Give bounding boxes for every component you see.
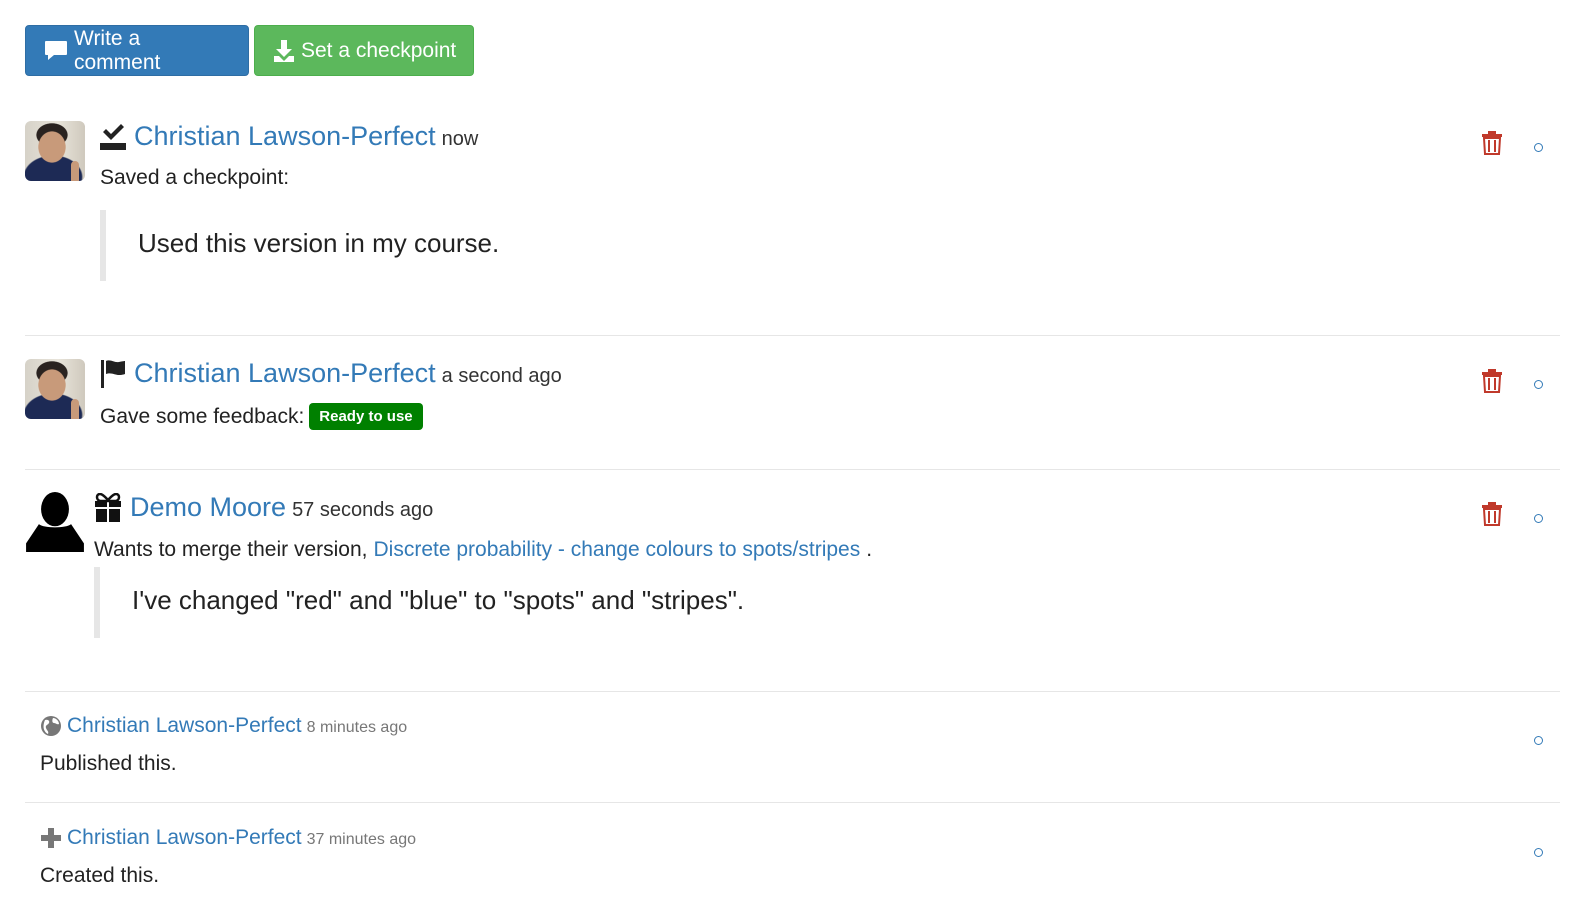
entry-text: Created this. (40, 864, 160, 887)
feedback-status-badge: Ready to use (309, 403, 423, 430)
download-icon (274, 39, 294, 62)
timestamp: 57 seconds ago (292, 499, 434, 521)
entry-text: Wants to merge their version, (94, 538, 368, 561)
timeline-entry-feedback: Christian Lawson-Perfect a second ago Ga… (25, 358, 1560, 438)
timestamp: now (441, 128, 479, 150)
entry-header: Christian Lawson-Perfect 8 minutes ago (40, 714, 407, 738)
author-link[interactable]: Christian Lawson-Perfect (134, 121, 436, 152)
entry-permalink-button[interactable] (1534, 514, 1543, 523)
set-checkpoint-button[interactable]: Set a checkpoint (254, 25, 474, 76)
delete-trash-icon[interactable] (1482, 131, 1502, 155)
entry-header: Demo Moore 57 seconds ago (94, 492, 433, 523)
entry-permalink-button[interactable] (1534, 736, 1543, 745)
entry-description: Saved a checkpoint: (100, 166, 289, 190)
default-avatar-icon[interactable] (25, 492, 85, 552)
avatar[interactable] (25, 359, 85, 419)
entry-permalink-button[interactable] (1534, 380, 1543, 389)
author-link[interactable]: Christian Lawson-Perfect (67, 714, 302, 738)
gift-icon (95, 492, 121, 522)
delete-trash-icon[interactable] (1482, 502, 1502, 526)
timeline-entry-checkpoint: Christian Lawson-Perfect now Saved a che… (25, 121, 1560, 291)
entry-text: Saved a checkpoint: (100, 166, 290, 189)
divider (25, 469, 1560, 470)
timestamp: 37 minutes ago (306, 831, 417, 848)
entry-header: Christian Lawson-Perfect a second ago (100, 358, 562, 389)
entry-suffix: . (866, 538, 873, 561)
timestamp: a second ago (441, 365, 562, 387)
entry-text: Gave some feedback: (100, 404, 305, 428)
entry-description: Gave some feedback: Ready to use (100, 403, 423, 430)
entry-description: Wants to merge their version, Discrete p… (94, 538, 872, 562)
timeline-toolbar: Write a comment Set a checkpoint (25, 25, 474, 76)
entry-header: Christian Lawson-Perfect 37 minutes ago (40, 826, 416, 850)
timeline-entry-publish: Christian Lawson-Perfect 8 minutes ago P… (25, 714, 1560, 784)
author-link[interactable]: Christian Lawson-Perfect (134, 358, 436, 389)
timestamp: 8 minutes ago (306, 719, 408, 736)
entry-description: Created this. (40, 864, 159, 888)
comment-icon (45, 40, 67, 60)
merge-version-link[interactable]: Discrete probability - change colours to… (374, 538, 861, 562)
checkpoint-quote: Used this version in my course. (100, 210, 1000, 281)
checkpoint-description: Used this version in my course. (138, 228, 500, 258)
timeline-entry-create: Christian Lawson-Perfect 37 minutes ago … (25, 826, 1560, 896)
plus-icon (41, 828, 61, 848)
globe-icon (41, 716, 61, 736)
divider (25, 802, 1560, 803)
divider (25, 335, 1560, 336)
flag-icon (101, 359, 125, 388)
merge-request-quote: I've changed "red" and "blue" to "spots"… (94, 567, 994, 638)
write-comment-button[interactable]: Write a comment (25, 25, 249, 76)
entry-permalink-button[interactable] (1534, 143, 1543, 152)
set-checkpoint-label: Set a checkpoint (301, 38, 457, 62)
entry-permalink-button[interactable] (1534, 848, 1543, 857)
timeline-entry-merge-request: Demo Moore 57 seconds ago Wants to merge… (25, 492, 1560, 642)
entry-text: Published this. (40, 752, 177, 775)
avatar[interactable] (25, 121, 85, 181)
author-link[interactable]: Demo Moore (130, 492, 286, 523)
entry-description: Published this. (40, 752, 177, 776)
checkpoint-icon (100, 123, 126, 150)
author-link[interactable]: Christian Lawson-Perfect (67, 826, 302, 850)
entry-header: Christian Lawson-Perfect now (100, 121, 478, 152)
delete-trash-icon[interactable] (1482, 369, 1502, 393)
write-comment-label: Write a comment (74, 26, 161, 74)
merge-request-description: I've changed "red" and "blue" to "spots"… (132, 585, 745, 615)
divider (25, 691, 1560, 692)
